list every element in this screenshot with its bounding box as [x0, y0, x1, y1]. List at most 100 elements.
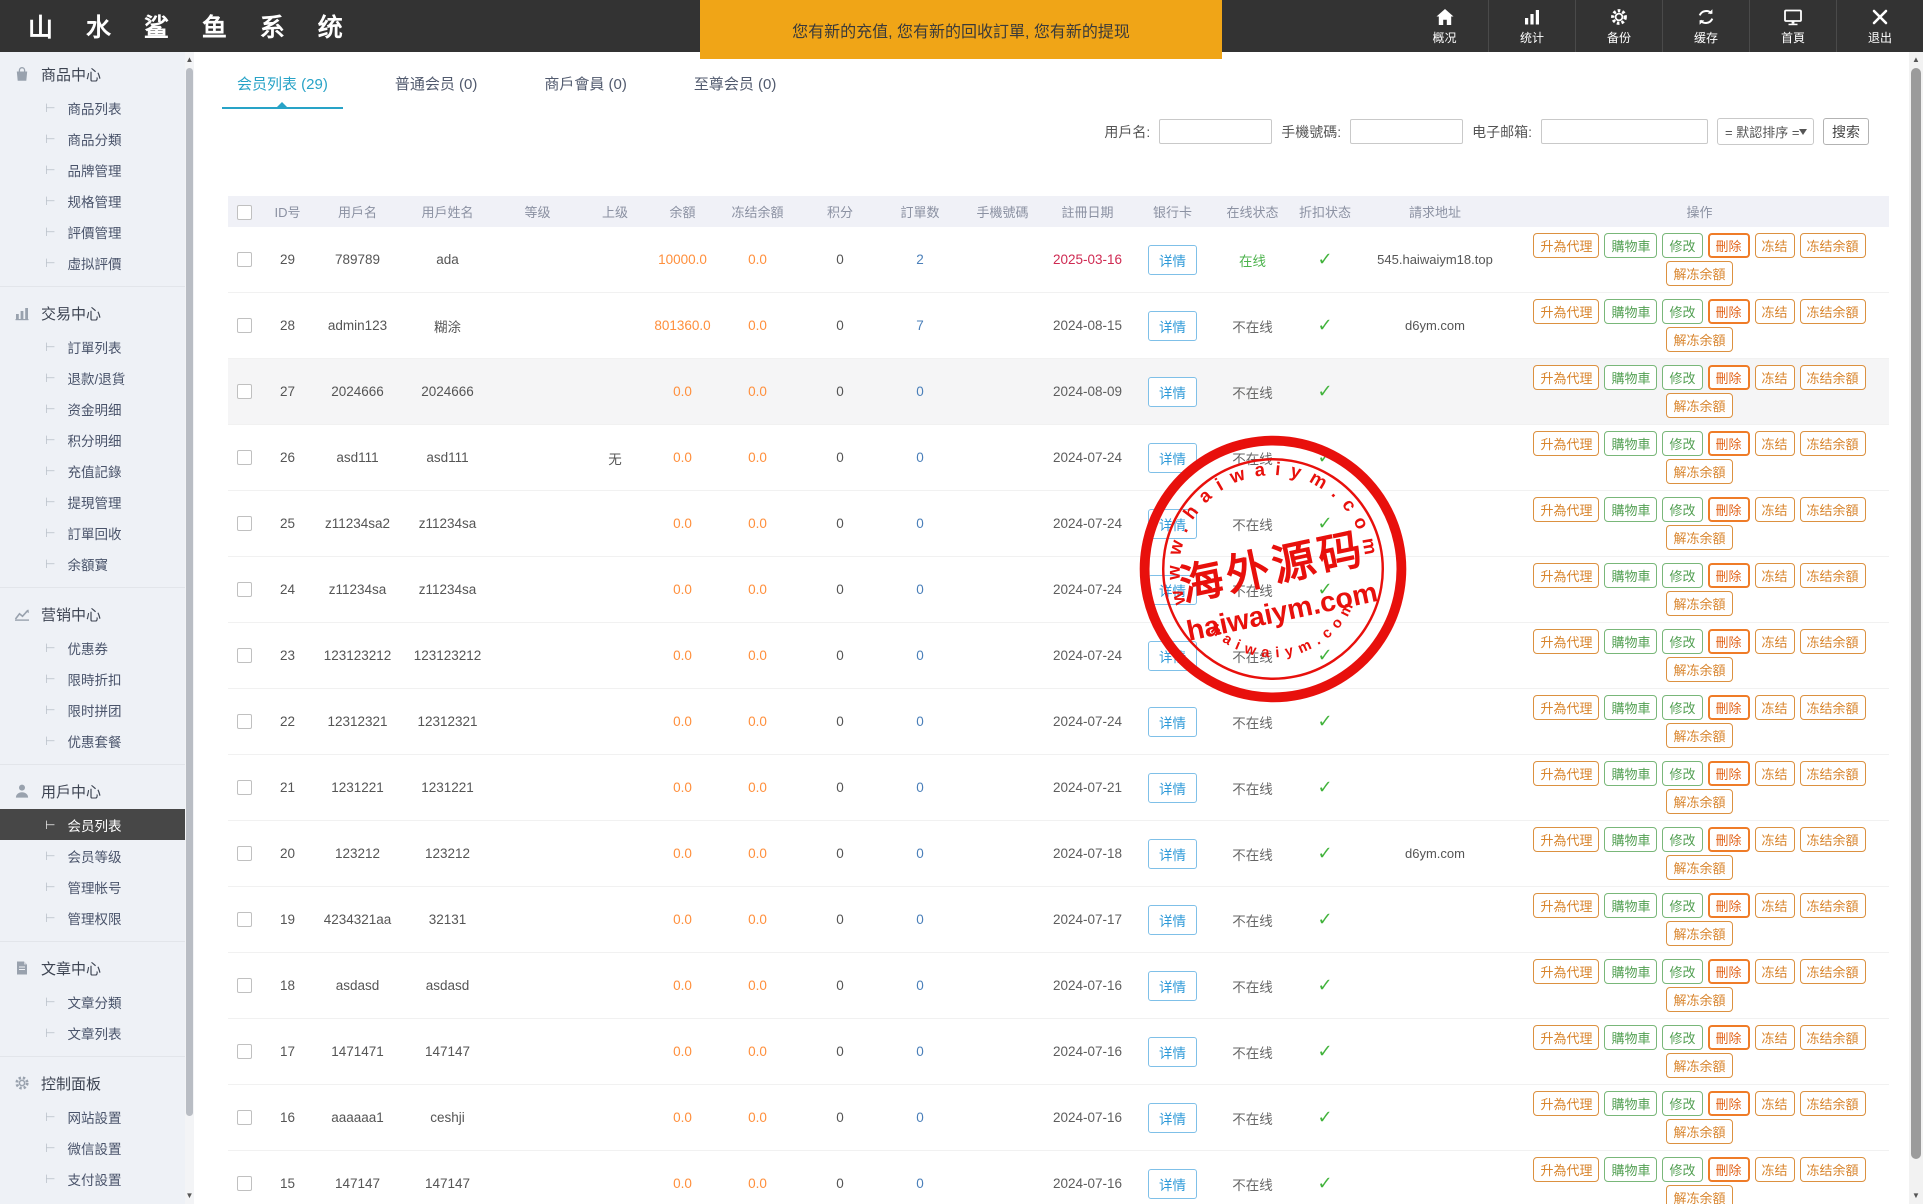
sidebar-item-会员等级[interactable]: ⊢会员等级	[0, 840, 185, 871]
action-button-冻结[interactable]: 冻结	[1755, 497, 1795, 522]
sidebar-group-商品中心[interactable]: 商品中心	[0, 56, 185, 92]
row-checkbox[interactable]	[237, 978, 252, 993]
action-button-升為代理[interactable]: 升為代理	[1533, 563, 1599, 588]
sidebar-group-控制面板[interactable]: 控制面板	[0, 1065, 185, 1101]
row-checkbox[interactable]	[237, 846, 252, 861]
action-button-冻结余額[interactable]: 冻结余額	[1800, 1091, 1866, 1116]
action-button-修改[interactable]: 修改	[1662, 431, 1702, 456]
menu-item-统计[interactable]: 统计	[1488, 0, 1575, 52]
action-button-冻结[interactable]: 冻结	[1755, 695, 1795, 720]
sidebar-group-交易中心[interactable]: 交易中心	[0, 295, 185, 331]
sidebar-item-积分明细[interactable]: ⊢积分明细	[0, 424, 185, 455]
menu-item-首頁[interactable]: 首頁	[1749, 0, 1836, 52]
action-button-解冻余額[interactable]: 解冻余額	[1666, 1185, 1732, 1204]
notification-banner[interactable]: 您有新的充值, 您有新的回收訂單, 您有新的提现	[700, 0, 1222, 59]
action-button-冻结[interactable]: 冻结	[1755, 365, 1795, 390]
action-button-冻结余額[interactable]: 冻结余額	[1800, 365, 1866, 390]
page-scroll-thumb[interactable]	[1911, 68, 1921, 1159]
row-checkbox[interactable]	[237, 912, 252, 927]
action-button-購物車[interactable]: 購物車	[1604, 299, 1657, 324]
tab-至尊会员 (0)[interactable]: 至尊会员 (0)	[679, 64, 792, 109]
action-button-購物車[interactable]: 購物車	[1604, 497, 1657, 522]
sidebar-item-訂單回收[interactable]: ⊢訂單回收	[0, 517, 185, 548]
action-button-購物車[interactable]: 購物車	[1604, 761, 1657, 786]
sidebar-item-规格管理[interactable]: ⊢规格管理	[0, 185, 185, 216]
action-button-冻结余額[interactable]: 冻结余額	[1800, 761, 1866, 786]
action-button-購物車[interactable]: 購物車	[1604, 893, 1657, 918]
action-button-刪除[interactable]: 刪除	[1708, 1091, 1750, 1116]
action-button-刪除[interactable]: 刪除	[1708, 431, 1750, 456]
action-button-升為代理[interactable]: 升為代理	[1533, 431, 1599, 456]
action-button-刪除[interactable]: 刪除	[1708, 1025, 1750, 1050]
bank-detail-button[interactable]: 详情	[1148, 245, 1197, 275]
sidebar-item-网站設置[interactable]: ⊢网站設置	[0, 1101, 185, 1132]
action-button-升為代理[interactable]: 升為代理	[1533, 893, 1599, 918]
page-scroll-up-icon[interactable]: ▲	[1909, 53, 1923, 67]
sidebar-item-支付設置[interactable]: ⊢支付設置	[0, 1163, 185, 1194]
sidebar-scroll-down-icon[interactable]: ▼	[185, 1189, 194, 1203]
action-button-解冻余額[interactable]: 解冻余額	[1666, 657, 1732, 682]
action-button-解冻余額[interactable]: 解冻余額	[1666, 1119, 1732, 1144]
row-checkbox[interactable]	[237, 252, 252, 267]
action-button-冻结余額[interactable]: 冻结余額	[1800, 431, 1866, 456]
sidebar-item-評價管理[interactable]: ⊢評價管理	[0, 216, 185, 247]
action-button-刪除[interactable]: 刪除	[1708, 365, 1750, 390]
action-button-解冻余額[interactable]: 解冻余額	[1666, 789, 1732, 814]
menu-item-缓存[interactable]: 缓存	[1662, 0, 1749, 52]
action-button-刪除[interactable]: 刪除	[1708, 959, 1750, 984]
action-button-修改[interactable]: 修改	[1662, 1025, 1702, 1050]
action-button-購物車[interactable]: 購物車	[1604, 827, 1657, 852]
action-button-刪除[interactable]: 刪除	[1708, 1157, 1750, 1182]
action-button-冻结[interactable]: 冻结	[1755, 1025, 1795, 1050]
sidebar-item-优惠套餐[interactable]: ⊢优惠套餐	[0, 725, 185, 756]
action-button-冻结余額[interactable]: 冻结余額	[1800, 1157, 1866, 1182]
action-button-購物車[interactable]: 購物車	[1604, 1157, 1657, 1182]
action-button-冻结余額[interactable]: 冻结余額	[1800, 563, 1866, 588]
bank-detail-button[interactable]: 详情	[1148, 575, 1197, 605]
bank-detail-button[interactable]: 详情	[1148, 641, 1197, 671]
action-button-升為代理[interactable]: 升為代理	[1533, 959, 1599, 984]
action-button-解冻余額[interactable]: 解冻余額	[1666, 921, 1732, 946]
action-button-刪除[interactable]: 刪除	[1708, 893, 1750, 918]
bank-detail-button[interactable]: 详情	[1148, 707, 1197, 737]
bank-detail-button[interactable]: 详情	[1148, 1037, 1197, 1067]
action-button-冻结余額[interactable]: 冻结余額	[1800, 629, 1866, 654]
sidebar-item-充值記錄[interactable]: ⊢充值記錄	[0, 455, 185, 486]
action-button-刪除[interactable]: 刪除	[1708, 629, 1750, 654]
phone-input[interactable]	[1350, 119, 1463, 144]
action-button-升為代理[interactable]: 升為代理	[1533, 629, 1599, 654]
action-button-冻结[interactable]: 冻结	[1755, 893, 1795, 918]
action-button-升為代理[interactable]: 升為代理	[1533, 233, 1599, 258]
bank-detail-button[interactable]: 详情	[1148, 1169, 1197, 1199]
action-button-升為代理[interactable]: 升為代理	[1533, 497, 1599, 522]
action-button-升為代理[interactable]: 升為代理	[1533, 827, 1599, 852]
search-button[interactable]: 搜索	[1823, 118, 1869, 145]
action-button-刪除[interactable]: 刪除	[1708, 827, 1750, 852]
action-button-升為代理[interactable]: 升為代理	[1533, 299, 1599, 324]
action-button-升為代理[interactable]: 升為代理	[1533, 761, 1599, 786]
action-button-刪除[interactable]: 刪除	[1708, 695, 1750, 720]
sidebar-item-优惠券[interactable]: ⊢优惠券	[0, 632, 185, 663]
action-button-冻结余額[interactable]: 冻结余額	[1800, 1025, 1866, 1050]
row-checkbox[interactable]	[237, 384, 252, 399]
action-button-冻结[interactable]: 冻结	[1755, 629, 1795, 654]
sidebar-item-虛拟評價[interactable]: ⊢虛拟評價	[0, 247, 185, 278]
row-checkbox[interactable]	[237, 582, 252, 597]
row-checkbox[interactable]	[237, 714, 252, 729]
page-scrollbar[interactable]: ▲ ▼	[1909, 52, 1923, 1204]
bank-detail-button[interactable]: 详情	[1148, 377, 1197, 407]
action-button-解冻余額[interactable]: 解冻余額	[1666, 723, 1732, 748]
menu-item-概况[interactable]: 概况	[1401, 0, 1488, 52]
action-button-購物車[interactable]: 購物車	[1604, 629, 1657, 654]
action-button-冻结余額[interactable]: 冻结余額	[1800, 959, 1866, 984]
bank-detail-button[interactable]: 详情	[1148, 839, 1197, 869]
bank-detail-button[interactable]: 详情	[1148, 905, 1197, 935]
sidebar-item-文章列表[interactable]: ⊢文章列表	[0, 1017, 185, 1048]
action-button-修改[interactable]: 修改	[1662, 233, 1702, 258]
row-checkbox[interactable]	[237, 648, 252, 663]
row-checkbox[interactable]	[237, 1044, 252, 1059]
action-button-修改[interactable]: 修改	[1662, 1157, 1702, 1182]
sidebar-group-用戶中心[interactable]: 用戶中心	[0, 773, 185, 809]
action-button-刪除[interactable]: 刪除	[1708, 299, 1750, 324]
action-button-刪除[interactable]: 刪除	[1708, 761, 1750, 786]
